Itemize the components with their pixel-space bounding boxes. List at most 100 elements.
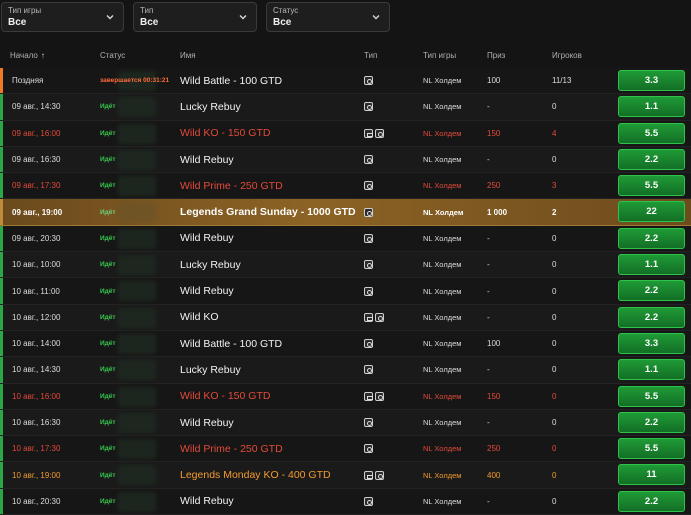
table-row[interactable]: 09 авг., 16:30 Идёт Wild Rebuy NL Холдем - 0 2… bbox=[0, 146, 691, 174]
buy-in-button[interactable]: 2.2 bbox=[618, 411, 685, 433]
game-type-filter[interactable]: Тип игры Все bbox=[1, 2, 124, 32]
row-tournament-name[interactable]: Wild Battle - 100 GTD bbox=[180, 331, 282, 356]
row-status-bar bbox=[0, 409, 3, 436]
status-filter[interactable]: Статус Все bbox=[266, 2, 390, 32]
row-status-bar bbox=[0, 252, 3, 278]
row-start-time: 10 авг., 16:30 bbox=[12, 418, 61, 427]
row-tournament-name[interactable]: Lucky Rebuy bbox=[180, 252, 241, 277]
row-tournament-name[interactable]: Wild Rebuy bbox=[180, 410, 234, 435]
row-type-icons bbox=[364, 68, 373, 93]
row-start-time: 10 авг., 14:30 bbox=[12, 365, 61, 375]
column-game-type-header[interactable]: Тип игры bbox=[423, 51, 456, 60]
table-row[interactable]: Поздняя завершается 00:31:21 Wild Battle -… bbox=[0, 68, 691, 95]
table-row[interactable]: 10 авг., 20:30 Идёт Wild Rebuy NL Холдем - 0 2… bbox=[0, 488, 691, 515]
row-tournament-name[interactable]: Lucky Rebuy bbox=[180, 357, 241, 382]
row-type-icons bbox=[364, 278, 373, 303]
buy-in-button[interactable]: 11 bbox=[618, 464, 685, 486]
table-type-icon bbox=[364, 76, 373, 86]
table-type-icon bbox=[364, 102, 373, 112]
buy-in-button[interactable]: 5.5 bbox=[618, 175, 685, 197]
row-game-type: NL Холдем bbox=[423, 181, 462, 191]
row-tournament-name[interactable]: Wild KO - 150 GTD bbox=[180, 121, 270, 146]
buy-in-button[interactable]: 5.5 bbox=[618, 438, 685, 460]
table-row[interactable]: 10 авг., 14:30 Идёт Lucky Rebuy NL Холдем - 0… bbox=[0, 357, 691, 384]
table-row[interactable]: 10 авг., 14:00 Идёт Wild Battle - 100 GTD N… bbox=[0, 330, 691, 358]
table-row[interactable]: 10 авг., 12:00 Идёт Wild KO NL Холдем - 0 2.2 bbox=[0, 304, 691, 331]
buy-in-button[interactable]: 2.2 bbox=[618, 306, 685, 328]
row-status: Идёт bbox=[100, 340, 116, 348]
buy-in-button[interactable]: 22 bbox=[618, 201, 685, 223]
redacted-area bbox=[118, 255, 156, 276]
knockout-icon bbox=[364, 128, 373, 138]
buy-in-button[interactable]: 2.2 bbox=[618, 490, 685, 512]
buy-in-button[interactable]: 2.2 bbox=[618, 148, 685, 170]
row-start-time: 09 авг., 20:30 bbox=[12, 233, 61, 243]
table-row[interactable]: 09 авг., 19:00 Идёт Legends Grand Sunday -… bbox=[0, 199, 691, 226]
table-row[interactable]: 09 авг., 20:30 Идёт Wild Rebuy NL Холдем - 0 2… bbox=[0, 225, 691, 253]
table-row[interactable]: 09 авг., 17:30 Идёт Wild Prime - 250 GTD NL… bbox=[0, 173, 691, 200]
row-tournament-name[interactable]: Legends Grand Sunday - 1000 GTD bbox=[180, 199, 356, 224]
buy-in-button[interactable]: 1.1 bbox=[618, 96, 685, 118]
buy-in-button[interactable]: 2.2 bbox=[618, 280, 685, 302]
row-tournament-name[interactable]: Wild Battle - 100 GTD bbox=[180, 68, 282, 93]
row-status-bar bbox=[0, 436, 3, 462]
table-row[interactable]: 10 авг., 16:30 Идёт Wild Rebuy NL Холдем - 0 2… bbox=[0, 409, 691, 437]
table-type-icon bbox=[364, 418, 373, 427]
row-prize: - bbox=[487, 312, 490, 322]
buy-in-button[interactable]: 5.5 bbox=[618, 385, 685, 407]
redacted-area bbox=[118, 123, 156, 144]
row-status: Идёт bbox=[100, 497, 116, 505]
row-tournament-name[interactable]: Wild KO bbox=[180, 305, 219, 330]
table-row[interactable]: 09 авг., 14:30 Идёт Lucky Rebuy NL Холдем - 0… bbox=[0, 94, 691, 121]
row-type-icons bbox=[364, 357, 373, 382]
table-row[interactable]: 10 авг., 16:00 Идёт Wild KO - 150 GTD NL Хо… bbox=[0, 383, 691, 410]
column-prize-header[interactable]: Приз bbox=[487, 51, 505, 60]
row-tournament-name[interactable]: Wild Rebuy bbox=[180, 226, 234, 251]
row-players: 0 bbox=[552, 155, 557, 165]
column-name-header[interactable]: Имя bbox=[180, 51, 196, 60]
row-tournament-name[interactable]: Wild Rebuy bbox=[180, 147, 234, 172]
table-row[interactable]: 09 авг., 16:00 Идёт Wild KO - 150 GTD NL Хо… bbox=[0, 120, 691, 147]
row-players: 4 bbox=[552, 128, 557, 138]
row-start-time: 10 авг., 17:30 bbox=[12, 444, 61, 454]
table-type-icon bbox=[364, 233, 373, 243]
buy-in-button[interactable]: 5.5 bbox=[618, 122, 685, 144]
row-game-type: NL Холдем bbox=[423, 102, 462, 112]
row-type-icons bbox=[364, 226, 373, 251]
filter-bar: Тип игры Все Тип Все Статус Все bbox=[0, 0, 691, 40]
row-tournament-name[interactable]: Lucky Rebuy bbox=[180, 94, 241, 119]
buy-in-button[interactable]: 1.1 bbox=[618, 359, 685, 381]
column-players-header[interactable]: Игроков bbox=[552, 51, 582, 60]
row-tournament-name[interactable]: Wild Rebuy bbox=[180, 278, 234, 303]
row-game-type: NL Холдем bbox=[423, 260, 462, 270]
buy-in-button[interactable]: 3.3 bbox=[618, 332, 685, 354]
knockout-icon bbox=[364, 312, 373, 322]
row-status-bar bbox=[0, 225, 3, 252]
row-status: Идёт bbox=[100, 129, 116, 137]
table-row[interactable]: 10 авг., 11:00 Идёт Wild Rebuy NL Холдем - 0 2… bbox=[0, 278, 691, 305]
column-status-header[interactable]: Статус bbox=[100, 51, 125, 60]
table-row[interactable]: 10 авг., 10:00 Идёт Lucky Rebuy NL Холдем - 0… bbox=[0, 252, 691, 279]
row-players: 0 bbox=[552, 391, 557, 401]
row-start-time: Поздняя bbox=[12, 76, 44, 86]
table-row[interactable]: 10 авг., 19:00 Идёт Legends Monday KO - 40… bbox=[0, 462, 691, 489]
row-tournament-name[interactable]: Wild Rebuy bbox=[180, 489, 234, 514]
row-status: Идёт bbox=[100, 471, 116, 479]
column-start-header[interactable]: Начало ↑ bbox=[10, 51, 45, 60]
row-status: завершается 00:31:21 bbox=[100, 77, 170, 85]
buy-in-button[interactable]: 1.1 bbox=[618, 254, 685, 276]
row-tournament-name[interactable]: Wild Prime - 250 GTD bbox=[180, 436, 283, 461]
table-row[interactable]: 10 авг., 17:30 Идёт Wild Prime - 250 GTD NL… bbox=[0, 436, 691, 463]
row-status-bar bbox=[0, 173, 3, 199]
column-label: Начало bbox=[10, 51, 38, 60]
row-game-type: NL Холдем bbox=[423, 76, 462, 86]
table-type-icon bbox=[364, 286, 373, 296]
type-filter[interactable]: Тип Все bbox=[133, 2, 257, 32]
row-tournament-name[interactable]: Wild Prime - 250 GTD bbox=[180, 173, 283, 198]
buy-in-button[interactable]: 2.2 bbox=[618, 227, 685, 249]
row-tournament-name[interactable]: Wild KO - 150 GTD bbox=[180, 384, 270, 409]
row-tournament-name[interactable]: Legends Monday KO - 400 GTD bbox=[180, 462, 331, 487]
buy-in-button[interactable]: 3.3 bbox=[618, 70, 685, 91]
column-type-header[interactable]: Тип bbox=[364, 51, 377, 60]
row-status: Идёт bbox=[100, 182, 116, 190]
